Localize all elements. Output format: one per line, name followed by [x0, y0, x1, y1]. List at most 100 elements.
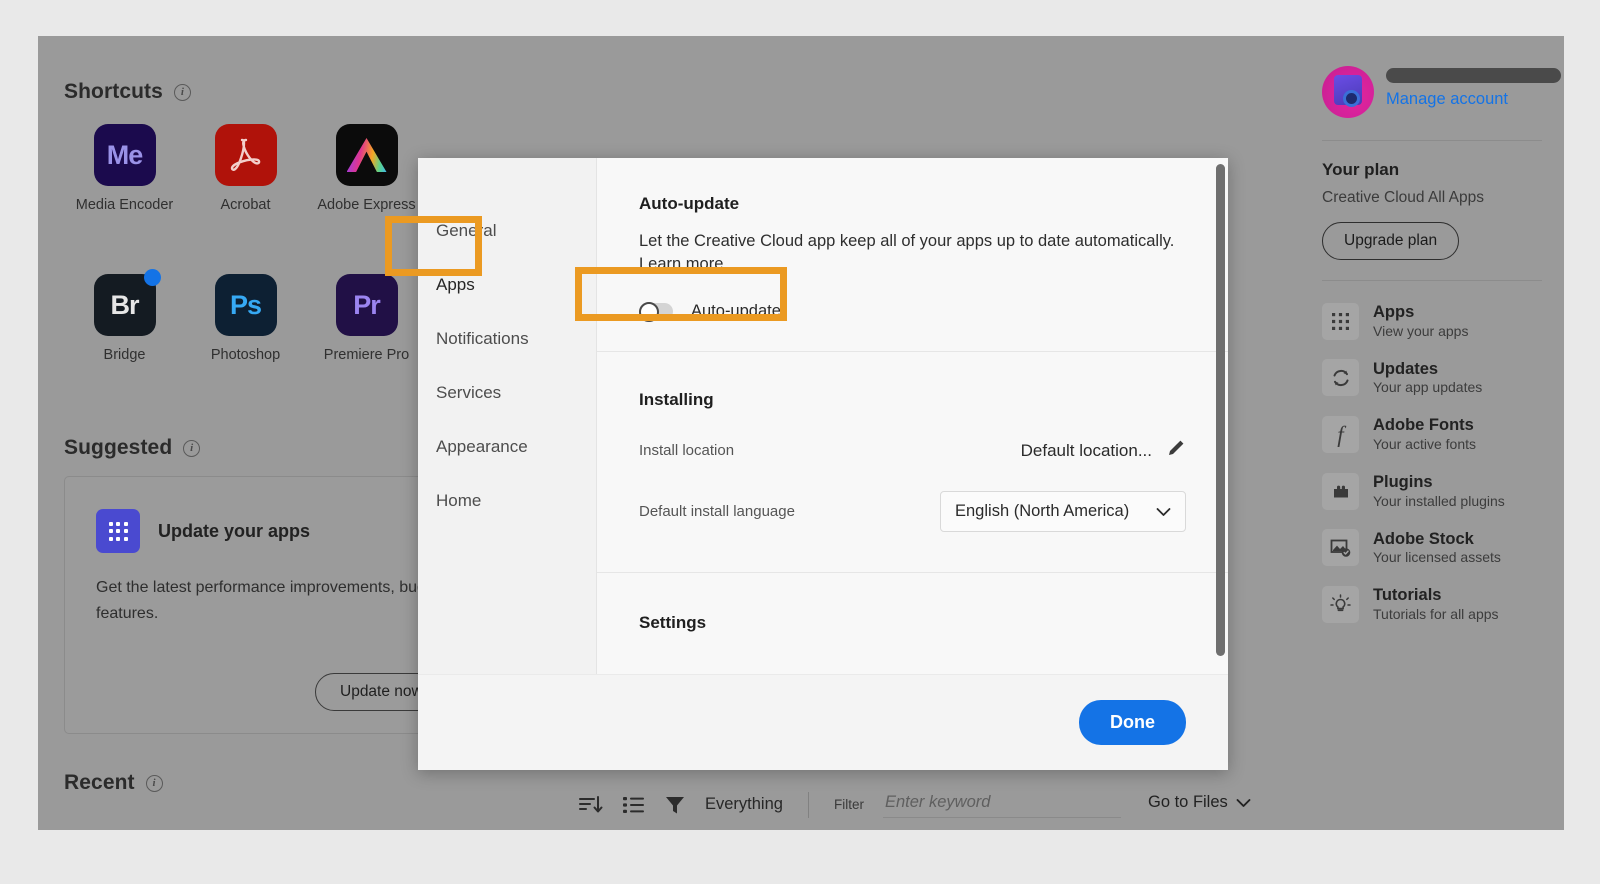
- adobe-express-icon: [335, 124, 398, 186]
- install-language-value: English (North America): [955, 502, 1130, 520]
- dialog-scrollbar[interactable]: [1216, 164, 1225, 656]
- settings-heading: Settings: [639, 613, 707, 632]
- sidebar-item-apps[interactable]: Apps View your apps: [1322, 293, 1542, 350]
- app-label: Media Encoder: [75, 197, 174, 213]
- filter-label: Filter: [833, 797, 864, 812]
- auto-update-toggle-row: Auto-update: [639, 301, 1186, 322]
- app-label: Adobe Express: [317, 197, 416, 213]
- install-location-row: Install location Default location...: [639, 438, 1186, 463]
- premiere-pro-icon: Pr: [335, 274, 398, 336]
- sidebar-item-sub: Your installed plugins: [1373, 492, 1505, 509]
- recent-heading: Recent i: [64, 771, 163, 795]
- installing-heading: Installing: [639, 390, 714, 409]
- user-avatar[interactable]: [1322, 66, 1374, 118]
- sidebar-item-title: Updates: [1373, 359, 1439, 378]
- go-to-files-label: Go to Files: [1148, 793, 1228, 811]
- done-button[interactable]: Done: [1079, 700, 1186, 745]
- app-label: Acrobat: [220, 197, 271, 213]
- sidebar-item-adobe-fonts[interactable]: f Adobe Fonts Your active fonts: [1322, 406, 1542, 463]
- apps-grid-icon: [96, 509, 140, 553]
- dialog-nav-apps[interactable]: Apps: [418, 258, 596, 312]
- install-language-row: Default install language English (North …: [639, 491, 1186, 532]
- app-label: Premiere Pro: [323, 347, 410, 363]
- shortcuts-title: Shortcuts: [64, 80, 163, 103]
- auto-update-section: Auto-update Let the Creative Cloud app k…: [597, 158, 1228, 352]
- lightbulb-icon: [1322, 585, 1359, 623]
- info-icon[interactable]: i: [183, 439, 201, 457]
- dialog-nav-notifications[interactable]: Notifications: [418, 312, 596, 366]
- install-location-label: Install location: [639, 442, 735, 459]
- app-label: Photoshop: [210, 347, 281, 363]
- install-location-value: Default location...: [1020, 440, 1152, 460]
- auto-update-toggle-label: Auto-update: [691, 302, 781, 320]
- app-tile-adobe-express[interactable]: Adobe Express: [306, 124, 427, 274]
- refresh-icon: [1322, 359, 1359, 397]
- dialog-nav-home[interactable]: Home: [418, 474, 596, 528]
- search-input[interactable]: [882, 791, 1121, 818]
- sidebar-item-sub: Your licensed assets: [1373, 549, 1501, 566]
- sidebar-item-title: Apps: [1373, 303, 1415, 321]
- pencil-icon[interactable]: [1166, 438, 1186, 463]
- sidebar-item-title: Tutorials: [1373, 586, 1442, 605]
- info-icon[interactable]: i: [173, 83, 191, 101]
- dialog-nav-appearance[interactable]: Appearance: [418, 420, 596, 474]
- install-language-label: Default install language: [639, 503, 795, 520]
- bridge-icon: Br: [93, 269, 161, 336]
- app-tile-bridge[interactable]: Br Bridge: [64, 269, 185, 424]
- sidebar-item-plugins[interactable]: Plugins Your installed plugins: [1322, 463, 1542, 520]
- dialog-body: General Apps Notifications Services Appe…: [418, 158, 1228, 674]
- sidebar-item-sub: View your apps: [1373, 322, 1469, 339]
- sidebar-item-title: Plugins: [1373, 472, 1433, 491]
- manage-account-link[interactable]: Manage account: [1386, 90, 1561, 109]
- apps-grid-icon: [1322, 302, 1359, 340]
- toolbar-divider: [807, 791, 809, 818]
- funnel-icon[interactable]: [664, 794, 686, 816]
- sort-descending-icon[interactable]: [578, 793, 603, 816]
- suggested-heading: Suggested i: [64, 436, 201, 460]
- app-tile-acrobat[interactable]: Acrobat: [185, 124, 306, 274]
- shortcuts-heading: Shortcuts i: [64, 80, 191, 104]
- sidebar-nav: Apps View your apps Updates Your app upd…: [1322, 281, 1542, 633]
- dialog-nav-services[interactable]: Services: [418, 366, 596, 420]
- media-encoder-icon: Me: [93, 124, 156, 186]
- plan-name: Creative Cloud All Apps: [1322, 189, 1484, 206]
- plan-title: Your plan: [1322, 160, 1400, 179]
- account-block: Manage account: [1322, 36, 1561, 118]
- sidebar-item-adobe-stock[interactable]: Adobe Stock Your licensed assets: [1322, 520, 1542, 577]
- dialog-content-pane: Auto-update Let the Creative Cloud app k…: [596, 158, 1228, 674]
- learn-more-link[interactable]: Learn more: [639, 255, 723, 274]
- plan-block: Your plan Creative Cloud All Apps Upgrad…: [1322, 141, 1542, 260]
- app-tile-photoshop[interactable]: Ps Photoshop: [185, 274, 306, 424]
- update-badge-dot: [143, 269, 161, 286]
- filter-scope-label[interactable]: Everything: [705, 795, 783, 814]
- dialog-nav-general[interactable]: General: [418, 204, 596, 258]
- auto-update-description: Let the Creative Cloud app keep all of y…: [639, 232, 1175, 250]
- right-sidebar: Manage account Your plan Creative Cloud …: [1300, 36, 1564, 830]
- account-name-redacted: [1386, 68, 1561, 83]
- sidebar-item-title: Adobe Stock: [1373, 529, 1474, 548]
- plugin-puzzle-icon: [1322, 472, 1359, 510]
- chevron-down-icon: [1156, 507, 1171, 516]
- app-label: Bridge: [103, 347, 146, 363]
- list-view-icon[interactable]: [622, 794, 645, 816]
- install-language-select[interactable]: English (North America): [940, 491, 1186, 532]
- info-icon[interactable]: i: [145, 774, 163, 792]
- auto-update-toggle[interactable]: [639, 301, 673, 322]
- dialog-nav: General Apps Notifications Services Appe…: [418, 158, 596, 674]
- app-tile-media-encoder[interactable]: Me Media Encoder: [64, 124, 185, 274]
- sidebar-item-sub: Tutorials for all apps: [1373, 605, 1499, 622]
- app-tile-premiere-pro[interactable]: Pr Premiere Pro: [306, 274, 427, 424]
- photoshop-icon: Ps: [214, 274, 277, 336]
- preferences-dialog: General Apps Notifications Services Appe…: [418, 158, 1228, 770]
- installing-section: Installing Install location Default loca…: [597, 352, 1228, 573]
- suggested-card-title: Update your apps: [158, 520, 311, 541]
- sidebar-item-title: Adobe Fonts: [1373, 416, 1474, 435]
- upgrade-plan-button[interactable]: Upgrade plan: [1322, 222, 1460, 260]
- sidebar-item-tutorials[interactable]: Tutorials Tutorials for all apps: [1322, 576, 1542, 633]
- chevron-down-icon: [1236, 798, 1251, 807]
- creative-cloud-window: Shortcuts i Me Media Encoder Acrobat Ado…: [38, 36, 1564, 830]
- dialog-footer: Done: [418, 674, 1228, 770]
- filter-toolbar: Everything Filter: [578, 791, 1121, 818]
- sidebar-item-updates[interactable]: Updates Your app updates: [1322, 350, 1542, 407]
- go-to-files-button[interactable]: Go to Files: [1148, 793, 1251, 812]
